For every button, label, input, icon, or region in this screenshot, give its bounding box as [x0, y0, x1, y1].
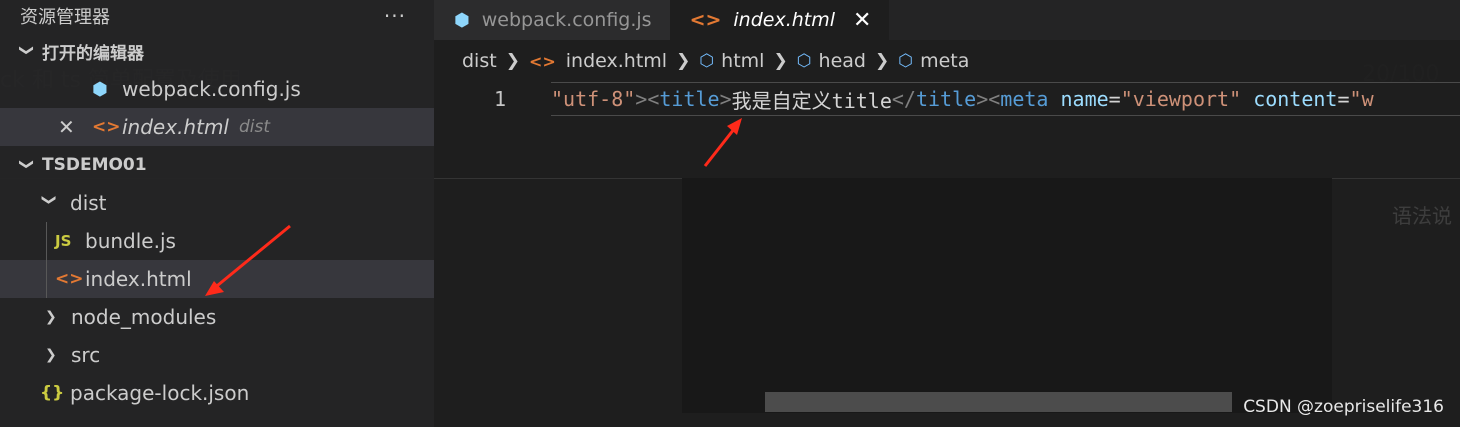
code-token: "w [1349, 87, 1374, 111]
tab-bar: ⬢ webpack.config.js <> index.html ✕ [434, 0, 1460, 40]
tree-folder-dist[interactable]: ❯ dist [0, 184, 434, 222]
editor-area: ⬢ webpack.config.js <> index.html ✕ dist… [434, 0, 1460, 427]
tree-item-label: dist [70, 191, 107, 215]
code-token: </ [891, 87, 916, 111]
tree-item-label: index.html [85, 267, 192, 291]
cube-icon: ⬡ [898, 51, 914, 71]
tab-webpack-config[interactable]: ⬢ webpack.config.js [434, 0, 670, 40]
open-editors-label: 打开的编辑器 [42, 43, 144, 64]
indent-guide [46, 260, 47, 298]
indent-guide [46, 222, 47, 260]
html-icon: <> [689, 9, 722, 31]
tree-file-bundle-js[interactable]: JS bundle.js [0, 222, 434, 260]
breadcrumb-label: html [721, 50, 765, 72]
breadcrumb-label: index.html [565, 50, 668, 72]
code-token: "viewport" [1120, 87, 1242, 111]
html-icon: <> [92, 117, 121, 137]
tab-label: webpack.config.js [481, 9, 652, 31]
chevron-down-icon: ❯ [41, 194, 57, 206]
breadcrumb-head[interactable]: ⬡ head [797, 50, 866, 72]
open-editor-label: webpack.config.js [122, 77, 301, 101]
tree-item-label: package-lock.json [70, 381, 250, 405]
breadcrumb-meta[interactable]: ⬡ meta [898, 50, 969, 72]
explorer-title: 资源管理器 [20, 7, 110, 28]
code-token: title [915, 87, 977, 111]
breadcrumb-label: head [818, 50, 866, 72]
chevron-down-icon: ❯ [18, 158, 35, 171]
breadcrumb-index-html[interactable]: <> index.html [529, 50, 667, 72]
code-token: content [1253, 87, 1338, 111]
workspace-label: TSDEMO01 [42, 155, 147, 175]
code-token: > [719, 87, 732, 111]
code-token: title [659, 87, 720, 111]
json-icon: {} [40, 383, 65, 403]
open-editor-label: index.html [122, 115, 229, 139]
html-icon: <> [55, 269, 84, 289]
close-icon[interactable]: ✕ [853, 8, 871, 33]
tab-bar-empty [889, 0, 1460, 40]
open-editor-index-html[interactable]: ✕ <> index.html dist [0, 108, 434, 146]
horizontal-scrollbar[interactable] [765, 392, 1232, 412]
breadcrumb: dist ❯ <> index.html ❯ ⬡ html ❯ ⬡ head ❯… [434, 40, 1460, 82]
code-token: 我是自定义title [731, 88, 892, 113]
close-icon[interactable]: ✕ [58, 115, 75, 139]
line-number: 1 [493, 87, 506, 111]
cube-icon: ⬡ [699, 51, 715, 71]
code-token: = [1337, 87, 1350, 111]
current-line-highlight[interactable]: "utf-8" >< title > 我是自定义title </ title >… [551, 82, 1460, 116]
tree-folder-node-modules[interactable]: ❯ node_modules [0, 298, 434, 336]
cube-icon: ⬡ [796, 51, 812, 71]
tab-index-html[interactable]: <> index.html ✕ [669, 0, 890, 40]
tree-file-package-lock[interactable]: {} package-lock.json [0, 374, 434, 412]
breadcrumb-label: meta [920, 50, 970, 72]
editor-body[interactable] [434, 116, 1460, 427]
chevron-right-icon: ❯ [45, 309, 57, 325]
code-token: meta [1000, 87, 1049, 111]
chevron-right-icon: ❯ [45, 347, 57, 363]
more-actions-icon[interactable]: ··· [384, 4, 406, 28]
code-token: = [1108, 87, 1121, 111]
breadcrumb-html[interactable]: ⬡ html [699, 50, 764, 72]
chevron-right-icon: ❯ [505, 51, 520, 71]
chevron-right-icon: ❯ [874, 51, 890, 71]
js-icon: JS [55, 232, 72, 250]
code-token: >< [635, 87, 660, 111]
code-token: name [1060, 87, 1109, 111]
chevron-right-icon: ❯ [773, 51, 788, 71]
tree-folder-src[interactable]: ❯ src [0, 336, 434, 374]
explorer-header: 资源管理器 ··· [0, 0, 434, 32]
chevron-right-icon: ❯ [676, 51, 691, 71]
open-editor-folder: dist [238, 117, 271, 137]
workspace-section[interactable]: ❯ TSDEMO01 [0, 146, 434, 184]
tree-item-label: src [71, 343, 101, 367]
tree-item-label: node_modules [71, 305, 217, 329]
webpack-icon: ⬢ [92, 78, 108, 100]
code-line-1[interactable]: 1 "utf-8" >< title > 我是自定义title </ title… [434, 82, 1460, 116]
explorer-sidebar: 资源管理器 ··· ❯ 打开的编辑器 ⬢ webpack.config.js ✕… [0, 0, 434, 427]
webpack-icon: ⬢ [454, 9, 470, 31]
open-editor-webpack-config[interactable]: ⬢ webpack.config.js [0, 70, 434, 108]
tree-file-index-html[interactable]: <> index.html [0, 260, 434, 298]
chevron-down-icon: ❯ [18, 44, 35, 57]
open-editors-section[interactable]: ❯ 打开的编辑器 [0, 32, 434, 70]
code-token: "utf-8" [551, 87, 636, 111]
tree-item-label: bundle.js [85, 229, 176, 253]
html-icon: <> [528, 51, 556, 71]
tab-label: index.html [733, 9, 836, 31]
code-token: >< [976, 87, 1001, 111]
watermark: CSDN @zoepriselife316 [1243, 397, 1444, 417]
breadcrumb-dist[interactable]: dist [462, 50, 497, 72]
